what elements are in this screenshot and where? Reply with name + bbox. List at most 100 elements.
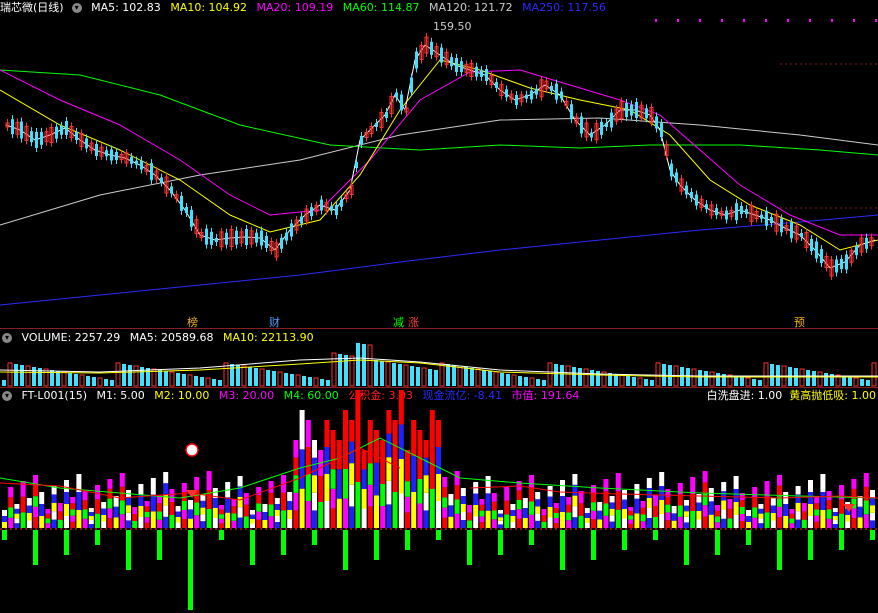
indicator-bar bbox=[14, 504, 20, 509]
candle-body-down bbox=[550, 85, 553, 91]
indicator-bar bbox=[603, 515, 609, 528]
indicator-bar bbox=[808, 516, 813, 528]
indicator-bar bbox=[163, 483, 169, 495]
indicator-bar bbox=[473, 505, 479, 517]
volume-bar bbox=[488, 371, 492, 386]
indicator-bar bbox=[349, 506, 355, 528]
indicator-bar bbox=[126, 512, 131, 521]
candle-body-down bbox=[475, 66, 478, 77]
candle-body-down bbox=[245, 229, 248, 245]
indicator-bar bbox=[200, 521, 206, 528]
volume-bar bbox=[326, 380, 330, 386]
indicator-bar bbox=[367, 484, 373, 507]
indicator-bar bbox=[721, 491, 727, 501]
indicator-bar bbox=[411, 456, 417, 492]
indicator-bar bbox=[268, 516, 274, 528]
indicator-bar bbox=[163, 516, 169, 528]
indicator-neg-bar bbox=[33, 530, 38, 565]
volume-bar bbox=[734, 376, 738, 386]
candle-body-down bbox=[440, 47, 443, 63]
indicator-bar bbox=[175, 522, 181, 528]
indicator-bar bbox=[76, 492, 82, 510]
indicator-bar bbox=[702, 493, 708, 506]
indicator-bar bbox=[150, 511, 156, 528]
indicator-neg-bar bbox=[312, 530, 317, 545]
volume-bar bbox=[169, 371, 175, 387]
indicator-neg-bar bbox=[529, 530, 534, 545]
volume-bar bbox=[43, 368, 49, 387]
indicator-bar bbox=[101, 508, 107, 515]
indicator-bar bbox=[758, 504, 764, 509]
volume-bar bbox=[619, 374, 625, 387]
indicator-bar bbox=[578, 515, 584, 528]
indicator-bar bbox=[646, 488, 652, 498]
indicator-bar bbox=[343, 498, 348, 528]
indicator-bar bbox=[206, 471, 212, 490]
indicator-chart[interactable] bbox=[0, 388, 878, 613]
indicator-bar bbox=[95, 485, 100, 500]
candle-body-down bbox=[260, 230, 263, 246]
indicator-neg-bar bbox=[250, 530, 255, 565]
price-panel[interactable]: 瑞芯微(日线) ▾ MA5: 102.83 MA10: 104.92 MA20: … bbox=[0, 0, 878, 330]
candle-body-down bbox=[385, 112, 388, 118]
volume-bar bbox=[745, 377, 751, 387]
indicator-bar bbox=[305, 501, 311, 528]
indicator-bar bbox=[287, 519, 293, 528]
indicator-bar bbox=[777, 475, 782, 486]
candle-body-down bbox=[105, 150, 108, 157]
indicator-bar bbox=[826, 509, 832, 519]
volume-bar bbox=[110, 380, 114, 386]
volume-panel[interactable]: ▾ VOLUME: 2257.29 MA5: 20589.68 MA10: 22… bbox=[0, 330, 878, 388]
indicator-bar bbox=[442, 497, 448, 508]
indicator-bar bbox=[181, 501, 187, 510]
indicator-bar bbox=[491, 501, 497, 511]
buy-signal-icon bbox=[185, 443, 199, 457]
indicator-bar bbox=[733, 515, 739, 528]
indicator-bar bbox=[460, 504, 466, 512]
candle-body-down bbox=[740, 206, 743, 214]
candle-body-down bbox=[265, 236, 268, 248]
candle-body-down bbox=[75, 132, 78, 140]
indicator-bar bbox=[553, 518, 559, 523]
indicator-bar bbox=[789, 523, 795, 528]
volume-bar bbox=[14, 364, 18, 386]
indicator-bar bbox=[529, 501, 534, 515]
volume-bar bbox=[866, 380, 870, 386]
indicator-bar bbox=[26, 498, 32, 506]
indicator-bar bbox=[138, 506, 144, 517]
indicator-bar bbox=[739, 500, 745, 507]
candle-body-down bbox=[180, 195, 183, 211]
indicator-bar bbox=[814, 509, 820, 516]
candle-body-down bbox=[360, 136, 363, 144]
volume-chart[interactable] bbox=[0, 330, 878, 388]
indicator-bar bbox=[491, 510, 497, 520]
indicator-bar bbox=[88, 524, 94, 528]
volume-bar bbox=[812, 371, 816, 386]
candlestick-chart[interactable] bbox=[0, 0, 878, 330]
indicator-bar bbox=[144, 522, 150, 528]
indicator-bar bbox=[45, 513, 51, 519]
indicator-bar bbox=[839, 499, 844, 514]
indicator-bar bbox=[733, 489, 739, 502]
candle-body-down bbox=[205, 228, 208, 245]
volume-bar bbox=[104, 379, 108, 386]
indicator-bar bbox=[795, 486, 801, 495]
indicator-bar bbox=[566, 504, 572, 513]
indicator-neg-bar bbox=[405, 530, 410, 550]
indicator-panel[interactable]: ▾ FT-L001(15) M1: 5.00 M2: 10.00 M3: 20.… bbox=[0, 388, 878, 613]
high-price-label: 159.50 bbox=[433, 20, 472, 33]
volume-bar bbox=[860, 379, 864, 386]
indicator-bar bbox=[696, 502, 702, 511]
indicator-bar bbox=[8, 507, 14, 518]
signal-tick bbox=[721, 19, 723, 22]
indicator-bar bbox=[628, 507, 634, 512]
indicator-bar bbox=[14, 508, 20, 514]
indicator-bar bbox=[64, 504, 69, 516]
volume-bar bbox=[650, 380, 654, 386]
indicator-bar bbox=[423, 475, 429, 493]
volume-bar bbox=[367, 344, 373, 387]
indicator-bar bbox=[312, 457, 317, 476]
indicator-bar bbox=[219, 509, 224, 515]
indicator-bar bbox=[597, 519, 603, 528]
indicator-bar bbox=[671, 520, 677, 528]
